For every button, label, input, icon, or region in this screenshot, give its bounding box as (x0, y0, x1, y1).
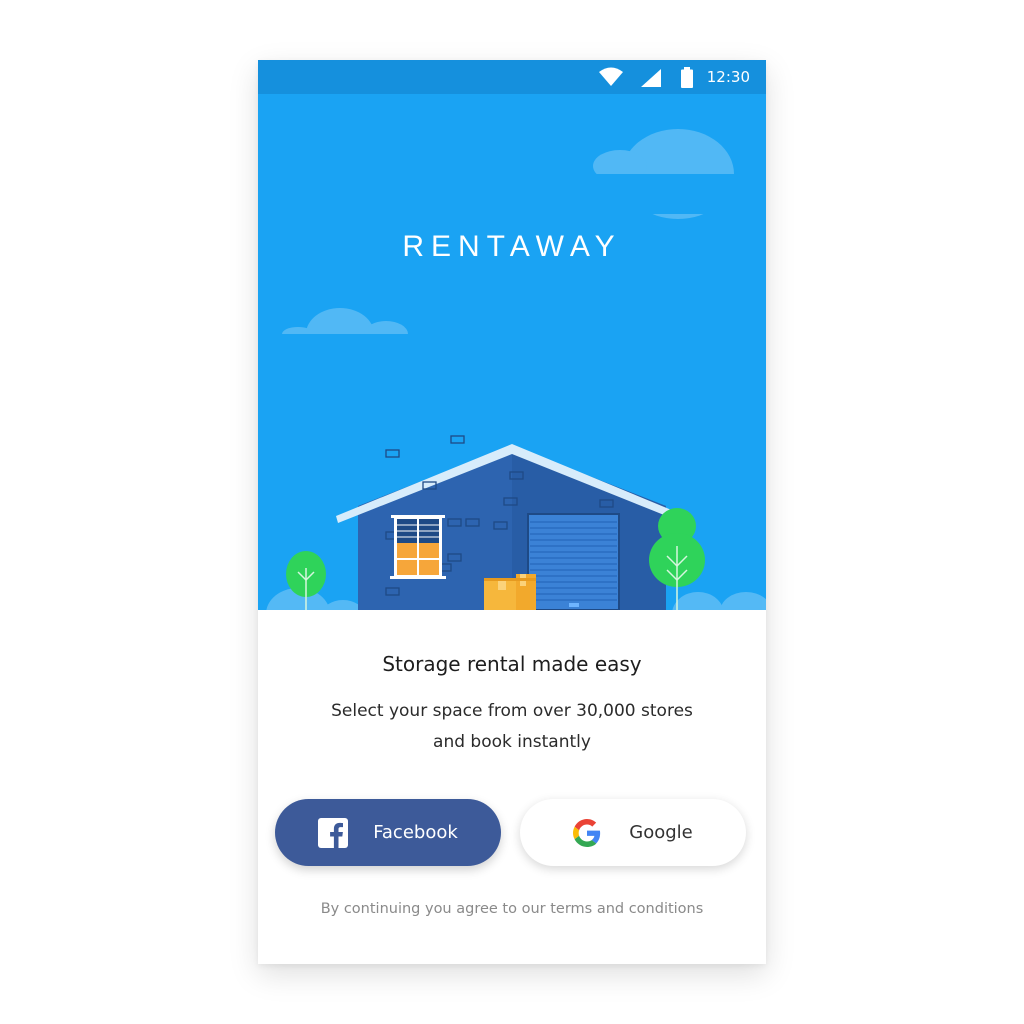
google-login-button[interactable]: Google (520, 799, 746, 866)
roller-door (527, 513, 620, 610)
content-panel: Storage rental made easy Select your spa… (258, 610, 766, 964)
storage-warehouse-illustration (266, 129, 766, 610)
battery-icon (680, 67, 694, 93)
google-button-label: Google (629, 822, 693, 843)
cellular-signal-icon (640, 68, 662, 92)
phone-screen: 12:30 RENTAWAY Storage rental made easy … (258, 60, 766, 964)
cardboard-boxes (484, 574, 536, 610)
subtext-line-1: Select your space from over 30,000 store… (331, 701, 693, 721)
google-icon (573, 818, 601, 847)
wifi-icon (598, 67, 624, 91)
hero-banner: RENTAWAY (258, 94, 766, 610)
subtext-line-2: and book instantly (433, 732, 591, 752)
app-logo: RENTAWAY (402, 230, 622, 263)
facebook-button-label: Facebook (373, 822, 458, 843)
terms-link[interactable]: By continuing you agree to our terms and… (258, 901, 766, 917)
status-bar: 12:30 (258, 60, 766, 94)
facebook-icon (318, 817, 349, 848)
cloud-left (278, 308, 418, 374)
cloud-top-right (578, 129, 738, 219)
warehouse-window (390, 515, 446, 579)
facebook-login-button[interactable]: Facebook (275, 799, 501, 866)
status-time: 12:30 (706, 68, 750, 86)
headline: Storage rental made easy (382, 652, 642, 676)
subtext: Select your space from over 30,000 store… (302, 696, 722, 758)
